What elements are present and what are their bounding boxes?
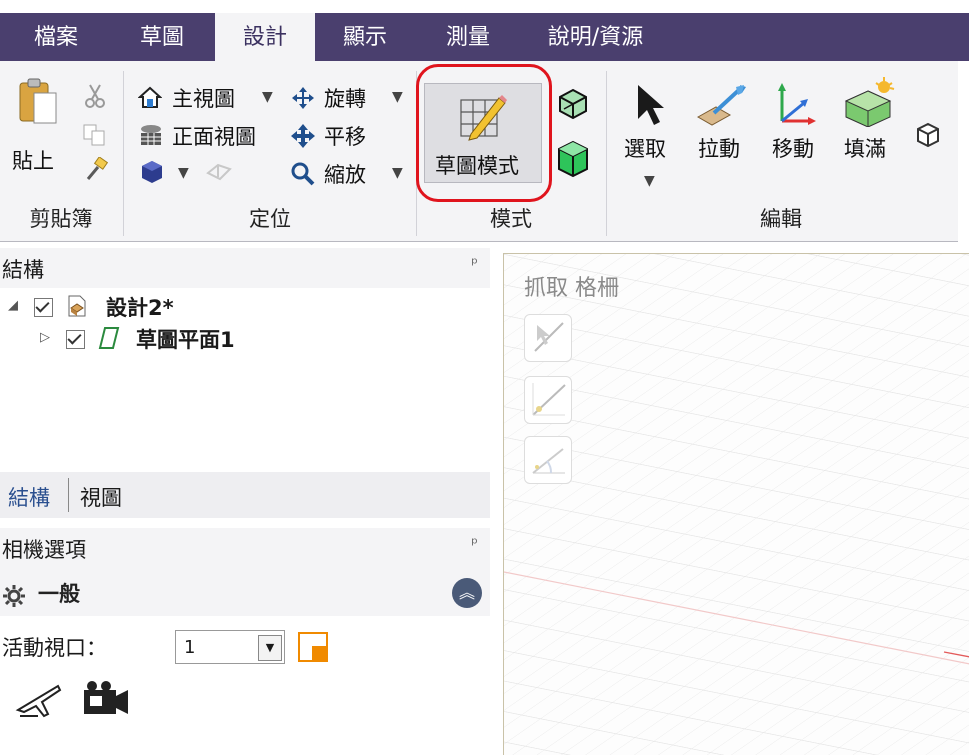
orient-group-label: 定位: [249, 207, 291, 231]
fill-icon: [844, 77, 895, 127]
chevron-down-icon[interactable]: ▼: [644, 173, 655, 189]
rotate-button[interactable]: 旋轉 ▼: [290, 83, 410, 111]
tree-item-design[interactable]: 設計2*: [106, 292, 174, 322]
paste-button[interactable]: 貼上: [10, 73, 66, 181]
camera-panel-title: 相機選項: [2, 538, 86, 562]
zoom-button[interactable]: 縮放 ▼: [290, 159, 410, 187]
pan-label: 平移: [324, 125, 366, 149]
active-viewport-value: 1: [184, 637, 196, 658]
view-cube-dropdown[interactable]: ▼: [138, 159, 238, 187]
structure-tree: ◢ 設計2* ▷ 草圖平面1: [0, 288, 490, 470]
copy-icon[interactable]: [82, 123, 108, 151]
snap-line-button[interactable]: [524, 376, 572, 424]
home-view-button[interactable]: 主視圖 ▼: [138, 83, 278, 111]
chevron-down-icon[interactable]: ▼: [258, 635, 282, 661]
expand-triangle-icon[interactable]: ◢: [8, 298, 18, 313]
design-viewport[interactable]: 抓取 格柵: [503, 253, 969, 755]
cursor-arrow-icon: [638, 85, 664, 125]
chevron-down-icon[interactable]: ▼: [392, 165, 403, 181]
clipboard-group-label: 剪貼簿: [29, 207, 93, 231]
pull-button[interactable]: 拉動: [694, 75, 754, 175]
active-viewport-label: 活動視口：: [2, 636, 107, 660]
snap-select-button[interactable]: [524, 314, 572, 362]
tab-structure[interactable]: 結構: [8, 482, 50, 512]
move-button[interactable]: 移動: [768, 75, 828, 175]
solid-cube-icon[interactable]: [914, 121, 942, 153]
format-painter-icon[interactable]: [84, 156, 110, 187]
rotate-label: 旋轉: [324, 87, 366, 111]
snap-select-icon: [534, 322, 564, 352]
viewport-layout-icon[interactable]: [298, 632, 328, 662]
zoom-label: 縮放: [324, 163, 366, 187]
tab-sketch[interactable]: 草圖: [112, 13, 212, 61]
structure-panel-title: 結構: [2, 258, 44, 282]
select-button[interactable]: 選取 ▼: [620, 75, 680, 195]
edit-group-label: 編輯: [760, 207, 802, 231]
sketch-grid: [504, 254, 969, 755]
menu-bar: 檔案 草圖 設計 顯示 測量 說明/資源: [0, 13, 969, 61]
move-axes-icon: [778, 83, 816, 125]
tab-file[interactable]: 檔案: [0, 13, 112, 61]
fill-label: 填滿: [844, 137, 886, 161]
rotate-icon: [292, 87, 314, 109]
structure-panel-header: 結構 ᵖ: [0, 248, 490, 288]
3d-mode-icon[interactable]: [556, 139, 590, 183]
tree-item-sketch-plane[interactable]: 草圖平面1: [136, 324, 235, 354]
camera-icon[interactable]: [82, 680, 132, 720]
section-mode-icon[interactable]: [556, 87, 590, 125]
checkbox-design[interactable]: [34, 298, 53, 317]
checkbox-sketch-plane[interactable]: [66, 330, 85, 349]
pan-button[interactable]: 平移: [290, 121, 400, 149]
pull-label: 拉動: [698, 137, 740, 161]
tab-divider: [68, 478, 69, 512]
cube-icon: [142, 161, 162, 183]
paste-label: 貼上: [12, 149, 54, 173]
front-view-icon: [141, 125, 161, 145]
design-doc-icon: [68, 295, 86, 317]
select-label: 選取: [624, 137, 666, 161]
move-label: 移動: [772, 137, 814, 161]
sketch-plane-icon: [98, 327, 120, 349]
camera-panel-header: 相機選項 ᵖ: [0, 528, 490, 568]
view-orientation-icon: [206, 163, 232, 181]
fly-plane-icon[interactable]: [14, 680, 64, 720]
magnifier-icon: [291, 162, 315, 186]
chevron-down-icon[interactable]: ▼: [262, 89, 273, 105]
active-viewport-select[interactable]: 1 ▼: [175, 630, 285, 664]
collapse-triangle-icon[interactable]: ▷: [40, 330, 50, 345]
gear-icon: [3, 585, 25, 607]
chevron-down-icon[interactable]: ▼: [178, 165, 189, 181]
tab-display[interactable]: 顯示: [315, 13, 415, 61]
front-view-label: 正面視圖: [172, 125, 256, 149]
home-view-label: 主視圖: [172, 87, 235, 111]
sketch-mode-highlight: [416, 64, 552, 202]
pull-icon: [696, 85, 746, 126]
tab-help-resources[interactable]: 說明/資源: [528, 13, 663, 61]
pan-icon: [291, 124, 315, 148]
pin-icon[interactable]: ᵖ: [471, 254, 478, 273]
tab-design[interactable]: 設計: [215, 13, 315, 61]
snap-angle-button[interactable]: [524, 436, 572, 484]
collapse-up-icon[interactable]: ︽: [452, 578, 482, 608]
camera-general-section[interactable]: 一般 ︽: [0, 568, 490, 616]
snap-angle-icon: [532, 448, 565, 474]
pin-icon[interactable]: ᵖ: [471, 534, 478, 553]
tab-views[interactable]: 視圖: [80, 482, 122, 512]
tab-measure[interactable]: 測量: [418, 13, 518, 61]
chevron-down-icon[interactable]: ▼: [392, 89, 403, 105]
mode-group-label: 模式: [490, 207, 532, 231]
home-icon: [138, 86, 162, 108]
fill-button[interactable]: 填滿: [840, 75, 900, 175]
snap-line-icon: [532, 383, 566, 416]
snap-grid-label: 抓取 格柵: [524, 276, 619, 301]
paste-icon: [19, 78, 57, 124]
window-top-border: [0, 0, 969, 14]
cut-icon[interactable]: [84, 83, 106, 113]
general-section-label: 一般: [38, 582, 80, 606]
structure-tabs-bar: 結構 視圖: [0, 472, 490, 518]
front-view-button[interactable]: 正面視圖: [138, 121, 278, 149]
